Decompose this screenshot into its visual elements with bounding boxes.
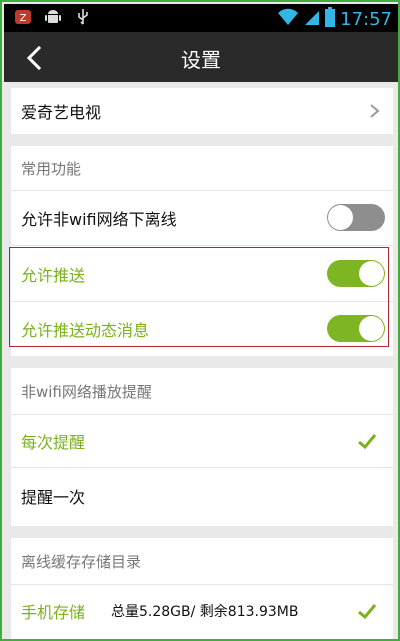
push-dynamic-toggle[interactable] [327, 315, 385, 342]
screen-frame: Z 17:57 设置 爱奇艺电视 常用功能 允许非wifi网络下离线 允许推送 … [0, 0, 400, 641]
toggle-knob [328, 205, 353, 230]
push-toggle[interactable] [327, 260, 385, 287]
wifi-icon [277, 8, 299, 30]
storage-info: 总量5.28GB/ 剩余813.93MB [111, 604, 299, 620]
reminder-option-once[interactable]: 提醒一次 [11, 468, 393, 524]
reminder-header: 非wifi网络播放提醒 [11, 368, 393, 414]
svg-text:Z: Z [20, 13, 27, 24]
offline-label: 允许非wifi网络下离线 [21, 210, 177, 229]
page-title: 设置 [181, 48, 221, 72]
title-bar: 设置 [4, 32, 398, 82]
tv-item[interactable]: 爱奇艺电视 [11, 88, 393, 134]
usb-icon [74, 8, 92, 26]
storage-card: 离线缓存存储目录 手机存储 总量5.28GB/ 剩余813.93MB [11, 538, 393, 639]
toggle-row-push-dynamic: 允许推送动态消息 [11, 302, 393, 356]
common-header: 常用功能 [11, 146, 393, 190]
push-label: 允许推送 [21, 265, 86, 285]
common-header-label: 常用功能 [21, 159, 82, 178]
reminder-option-every[interactable]: 每次提醒 [11, 415, 393, 467]
clock: 17:57 [340, 8, 392, 30]
storage-header: 离线缓存存储目录 [11, 538, 393, 584]
chevron-right-icon [369, 103, 381, 119]
storage-header-label: 离线缓存存储目录 [21, 552, 142, 571]
storage-option-phone[interactable]: 手机存储 总量5.28GB/ 剩余813.93MB [11, 585, 393, 637]
tv-card[interactable]: 爱奇艺电视 [11, 88, 393, 134]
tv-label: 爱奇艺电视 [21, 103, 102, 122]
settings-list: 爱奇艺电视 常用功能 允许非wifi网络下离线 允许推送 允许推送动态消息 非w… [4, 82, 398, 639]
reminder-once-label: 提醒一次 [21, 488, 86, 507]
toggle-knob [359, 316, 384, 341]
push-dynamic-label: 允许推送动态消息 [21, 321, 150, 340]
reminder-card: 非wifi网络播放提醒 每次提醒 提醒一次 [11, 368, 393, 526]
toggle-knob [359, 261, 384, 286]
reminder-header-label: 非wifi网络播放提醒 [21, 382, 152, 401]
toggle-row-push: 允许推送 [11, 246, 393, 301]
status-bar: Z 17:57 [4, 4, 398, 32]
toggle-row-offline: 允许非wifi网络下离线 [11, 191, 393, 245]
battery-icon [325, 7, 336, 31]
signal-icon [304, 8, 320, 30]
checkmark-icon [357, 431, 377, 451]
reminder-every-label: 每次提醒 [21, 433, 86, 452]
offline-toggle[interactable] [327, 204, 385, 231]
android-icon [44, 8, 62, 26]
common-card: 常用功能 允许非wifi网络下离线 允许推送 允许推送动态消息 [11, 146, 393, 356]
storage-phone-label: 手机存储 [21, 603, 86, 622]
z-app-icon: Z [14, 8, 32, 26]
checkmark-icon [357, 601, 377, 621]
